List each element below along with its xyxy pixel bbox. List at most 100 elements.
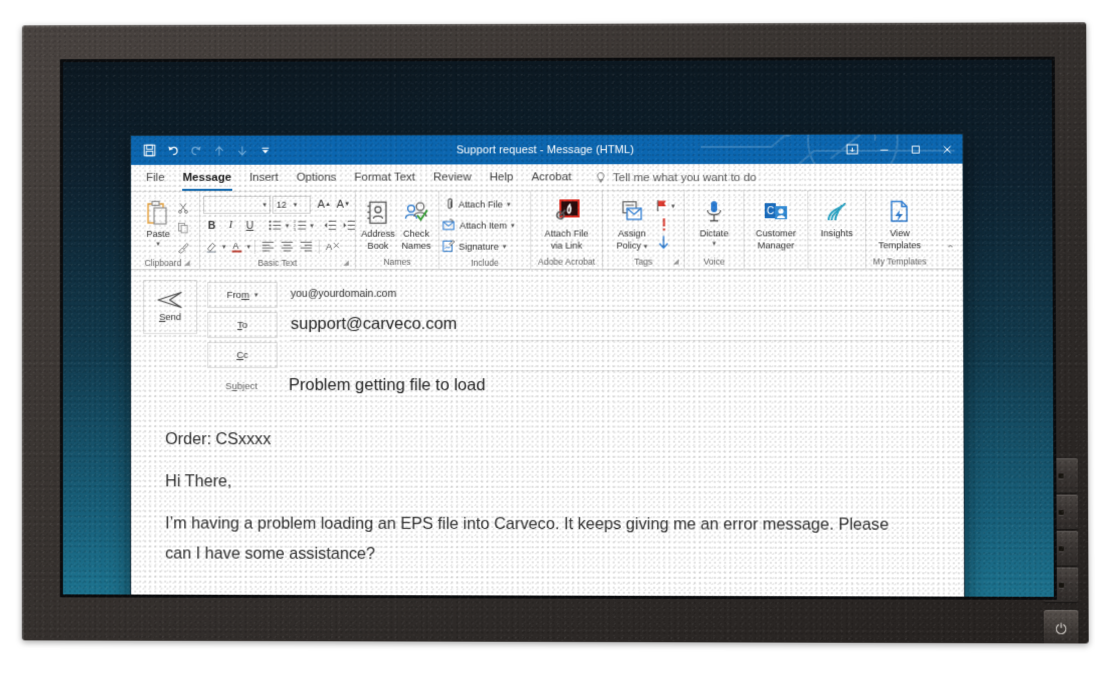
signature-button[interactable]: Signature ▾ [442, 237, 506, 256]
ribbon-group-clipboard: Paste ▾ Clipboard ◢ [135, 192, 199, 270]
check-names-button[interactable]: Check Names [397, 196, 435, 251]
attach-file-via-link-button[interactable]: Attach File via Link [538, 195, 595, 250]
body-line-order: Order: CSxxxx [165, 430, 271, 449]
dictate-button[interactable]: Dictate ▾ [691, 195, 738, 247]
highlight-caret-icon[interactable]: ▾ [222, 242, 226, 250]
text-highlight-color-button[interactable] [203, 238, 220, 255]
cut-button[interactable] [174, 199, 191, 216]
tab-file[interactable]: File [137, 166, 174, 191]
cc-button[interactable]: Cc [207, 342, 278, 369]
paste-icon-glyph [147, 200, 167, 225]
tab-insert[interactable]: Insert [240, 166, 287, 191]
bold-button[interactable]: B [203, 217, 220, 234]
paste-button[interactable]: Paste ▾ [143, 196, 173, 248]
attach-item-button[interactable]: Attach Item ▾ [442, 216, 515, 235]
numbering-button[interactable]: 1 2 3 [291, 217, 308, 234]
font-size-input[interactable]: 12 ▾ [272, 195, 311, 214]
tab-help[interactable]: Help [480, 165, 522, 190]
numbering-caret-icon[interactable]: ▾ [310, 221, 314, 229]
bezel-top-highlight [22, 22, 1087, 28]
tell-me-search-box[interactable]: Tell me what you want to do [595, 165, 757, 190]
subject-row: Subject Problem getting file to load [207, 369, 952, 404]
maximize-icon[interactable] [899, 134, 931, 163]
assign-policy-button[interactable]: Assign Policy ▾ [612, 195, 653, 252]
low-importance-button[interactable] [655, 233, 672, 250]
copy-button[interactable] [174, 219, 191, 236]
collapse-ribbon-button[interactable]: ⌃ [946, 244, 955, 255]
basic-text-dialog-launcher-icon[interactable]: ◢ [343, 256, 348, 271]
tab-options[interactable]: Options [287, 166, 345, 191]
to-button[interactable]: To [207, 311, 278, 339]
check-names-icon [404, 198, 428, 228]
follow-up-caret-icon[interactable]: ▾ [671, 202, 675, 210]
send-button[interactable]: Send [143, 279, 198, 335]
minimize-icon[interactable] [868, 135, 900, 164]
signature-caret-icon[interactable]: ▾ [503, 242, 507, 250]
paste-label: Paste [146, 228, 170, 239]
tab-message[interactable]: Message [174, 166, 241, 191]
font-color-button[interactable]: A [228, 238, 245, 255]
font-color-caret-icon[interactable]: ▾ [247, 242, 251, 250]
subject-field[interactable]: Problem getting file to load [288, 369, 952, 404]
subject-value: Problem getting file to load [288, 375, 486, 394]
decrease-indent-button[interactable] [322, 217, 339, 234]
insights-button[interactable]: Insights [813, 195, 860, 239]
assign-policy-caret-icon[interactable]: ▾ [644, 243, 648, 250]
clear-formatting-button[interactable]: A [324, 238, 341, 255]
high-importance-button[interactable] [655, 215, 672, 232]
ribbon-group-label-adobe-acrobat: Adobe Acrobat [534, 255, 599, 270]
close-icon[interactable] [931, 134, 963, 163]
italic-button[interactable]: I [222, 217, 239, 234]
ribbon-group-tags: Assign Policy ▾ ▾ Tags ◢ [601, 191, 684, 270]
align-center-icon [280, 241, 293, 251]
from-field[interactable]: you@yourdomain.com [290, 278, 951, 311]
minimize-icon-glyph [878, 143, 890, 155]
address-book-label-line2: Book [367, 240, 389, 251]
insights-icon [825, 197, 849, 227]
attach-item-caret-icon[interactable]: ▾ [511, 221, 515, 229]
attach-file-caret-icon[interactable]: ▾ [507, 200, 511, 208]
underline-button[interactable]: U [241, 217, 258, 234]
from-dropdown-caret-icon[interactable]: ▾ [254, 291, 258, 299]
close-icon-glyph [941, 143, 953, 155]
dictate-caret-icon[interactable]: ▾ [712, 239, 716, 247]
view-templates-button[interactable]: View Templates [873, 195, 926, 250]
grow-font-button[interactable]: A ▲ [316, 196, 333, 213]
monitor-power-button[interactable]: ⏻ [1043, 609, 1079, 644]
customer-manager-button[interactable]: C Customer Manager [750, 195, 801, 250]
paste-dropdown-caret-icon[interactable]: ▾ [156, 239, 160, 247]
svg-text:3: 3 [293, 228, 295, 231]
align-right-button[interactable] [298, 238, 315, 255]
bullet-list-icon [268, 220, 281, 230]
bullets-button[interactable] [266, 217, 283, 234]
bullets-caret-icon[interactable]: ▾ [286, 221, 290, 229]
font-size-caret-icon: ▾ [293, 201, 298, 209]
attach-file-button[interactable]: Attach File ▾ [442, 194, 510, 213]
align-right-icon [299, 241, 312, 251]
align-center-button[interactable] [279, 238, 296, 255]
align-left-button[interactable] [259, 238, 276, 255]
ribbon-group-label-basic-text: Basic Text ◢ [203, 256, 352, 271]
cc-field[interactable] [290, 339, 952, 372]
address-book-button[interactable]: Address Book [359, 196, 397, 251]
ribbon-display-options-icon[interactable] [836, 135, 868, 164]
message-body[interactable]: Order: CSxxxx Hi There, I’m having a pro… [131, 402, 965, 597]
tab-acrobat[interactable]: Acrobat [522, 165, 580, 190]
adobe-attach-label-line2: via Link [550, 240, 583, 251]
from-button[interactable]: From ▾ [207, 281, 278, 308]
follow-up-button[interactable] [653, 197, 670, 214]
to-field[interactable]: support@carveco.com [290, 308, 951, 342]
tags-dialog-launcher-icon[interactable]: ◢ [673, 255, 678, 270]
increase-indent-button[interactable] [341, 217, 358, 234]
tab-review[interactable]: Review [424, 165, 480, 190]
window-title-bar: Support request - Message (HTML) [131, 134, 963, 165]
format-painter-button[interactable] [174, 239, 191, 256]
clipboard-dialog-launcher-icon[interactable]: ◢ [184, 256, 189, 271]
send-label: Send [159, 311, 182, 323]
font-name-input[interactable]: ▾ [203, 195, 271, 214]
tab-format-text[interactable]: Format Text [345, 165, 424, 190]
adobe-attach-label-line1: Attach File [544, 228, 589, 239]
shrink-font-button[interactable]: A ▼ [335, 196, 352, 213]
adobe-attach-link-icon [553, 197, 579, 227]
clear-formatting-icon: A [325, 242, 338, 253]
